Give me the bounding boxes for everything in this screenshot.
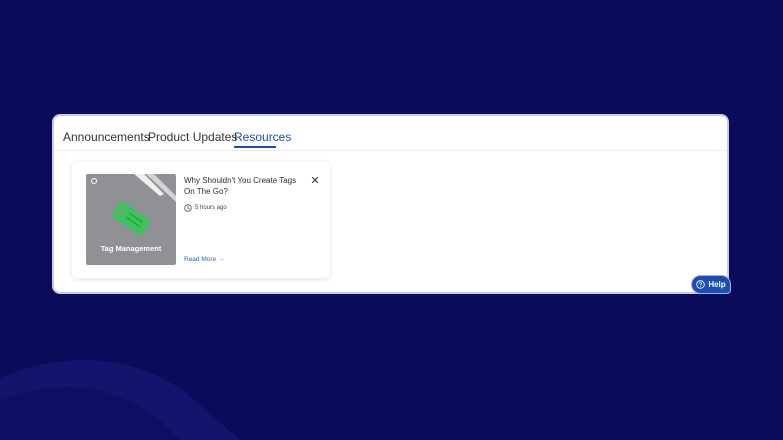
help-button[interactable]: Help	[691, 275, 731, 294]
tab-product-updates[interactable]: Product Updates	[148, 130, 237, 144]
arrow-right-icon: →	[217, 256, 225, 263]
news-panel: Announcements Product Updates Resources …	[52, 114, 729, 294]
card-timestamp: 5 hours ago	[184, 203, 227, 213]
read-more-label: Read More	[184, 256, 217, 263]
close-icon: ✕	[310, 175, 320, 187]
question-icon	[696, 280, 706, 289]
read-more-link[interactable]: Read More →	[184, 256, 224, 263]
card-thumbnail[interactable]: Tag Management	[86, 174, 176, 265]
resource-card: Tag Management Why Shouldn't You Create …	[72, 162, 330, 278]
tab-resources[interactable]: Resources	[234, 130, 291, 144]
active-tab-indicator	[234, 146, 276, 148]
card-title[interactable]: Why Shouldn't You Create Tags On The Go?	[184, 175, 302, 197]
time-text: 5 hours ago	[195, 205, 227, 211]
help-label: Help	[708, 280, 726, 289]
close-button[interactable]: ✕	[308, 174, 322, 188]
thumbnail-caption: Tag Management	[100, 244, 162, 253]
tab-announcements[interactable]: Announcements	[63, 130, 150, 144]
tab-bar: Announcements Product Updates Resources	[54, 116, 727, 151]
clock-icon	[184, 204, 192, 212]
